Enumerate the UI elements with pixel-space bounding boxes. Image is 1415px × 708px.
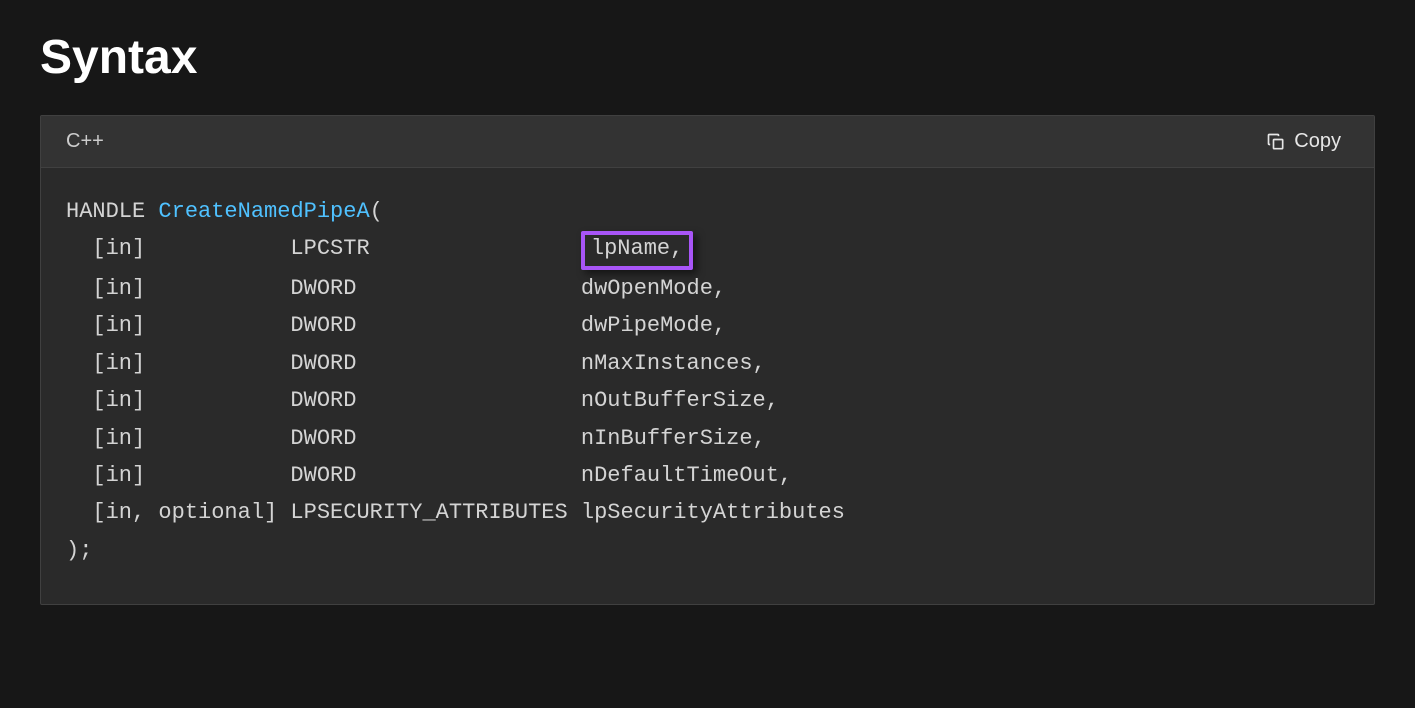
code-block: C++ Copy HANDLE CreateNamedPipeA( [in] L… [40,115,1375,605]
param-line: [in] DWORD nDefaultTimeOut, [66,457,1349,494]
function-name: CreateNamedPipeA [158,199,369,224]
param-line: [in] DWORD nInBufferSize, [66,420,1349,457]
param-line: [in] DWORD dwPipeMode, [66,307,1349,344]
code-line: HANDLE CreateNamedPipeA( [66,193,1349,230]
param-line: [in] LPCSTR lpName, [66,230,1349,270]
param-line: [in] DWORD nMaxInstances, [66,345,1349,382]
copy-button[interactable]: Copy [1258,126,1349,157]
code-body[interactable]: HANDLE CreateNamedPipeA( [in] LPCSTR lpN… [41,168,1374,604]
copy-icon [1266,132,1286,152]
param-line: [in] DWORD nOutBufferSize, [66,382,1349,419]
copy-button-label: Copy [1294,130,1341,153]
section-heading: Syntax [40,30,1375,85]
code-language-label: C++ [66,130,104,153]
param-line: [in] DWORD dwOpenMode, [66,270,1349,307]
code-line: ); [66,532,1349,569]
code-header: C++ Copy [41,116,1374,168]
param-line: [in, optional] LPSECURITY_ATTRIBUTES lpS… [66,494,1349,531]
highlighted-param: lpName, [581,231,693,270]
